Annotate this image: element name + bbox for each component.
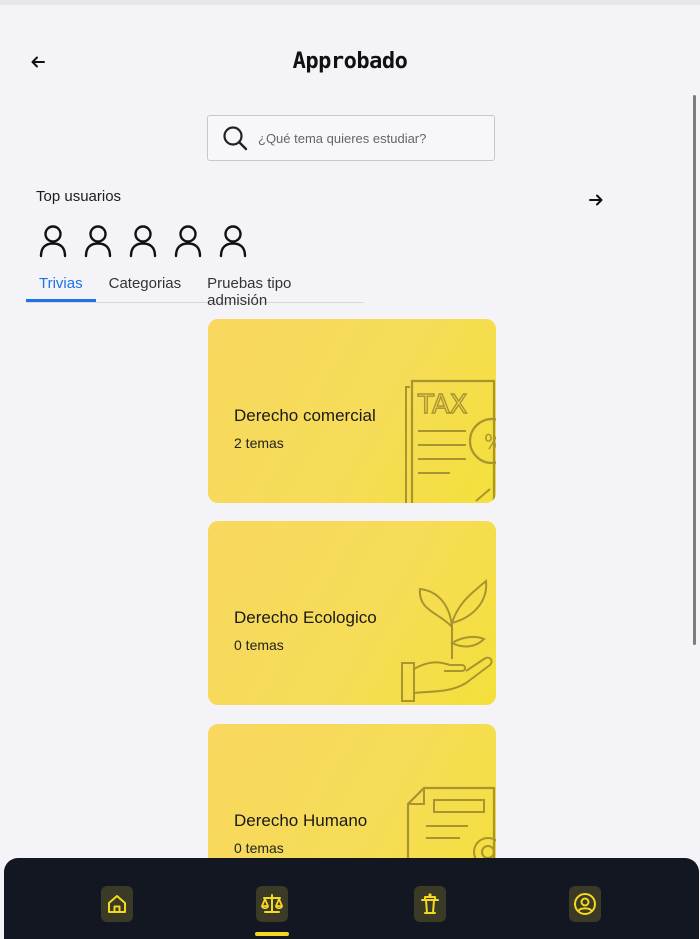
nav-podium-button[interactable] — [414, 886, 446, 922]
scrollbar[interactable] — [693, 95, 696, 645]
app-title: Approbado — [292, 49, 408, 74]
tab-categorias[interactable]: Categorias — [96, 269, 195, 302]
tab-pruebas-admision[interactable]: Pruebas tipo admisión — [194, 269, 364, 309]
arrow-right-icon — [589, 194, 603, 206]
app-screen: Approbado Top usuarios — [0, 0, 700, 939]
trivia-card-derecho-ecologico[interactable]: Derecho Ecologico 0 temas — [208, 521, 496, 705]
podium-icon — [421, 893, 439, 914]
tab-trivias[interactable]: Trivias — [26, 269, 96, 302]
card-subtitle: 0 temas — [234, 840, 284, 856]
top-users-more-button[interactable] — [586, 190, 606, 210]
card-subtitle: 0 temas — [234, 637, 284, 653]
nav-trivias-button[interactable] — [256, 886, 288, 922]
svg-text:%: % — [484, 430, 496, 454]
nav-profile-button[interactable] — [569, 886, 601, 922]
tab-bar: Trivias Categorias Pruebas tipo admisión — [26, 269, 364, 309]
top-users-list — [38, 224, 248, 258]
trivia-card-derecho-comercial[interactable]: Derecho comercial 2 temas TAX % — [208, 319, 496, 503]
top-users-label: Top usuarios — [36, 188, 122, 205]
svg-text:TAX: TAX — [417, 390, 467, 420]
scales-icon — [261, 894, 283, 913]
user-icon[interactable] — [218, 224, 248, 258]
user-icon[interactable] — [83, 224, 113, 258]
user-icon[interactable] — [128, 224, 158, 258]
active-tab-indicator — [255, 932, 289, 936]
user-icon[interactable] — [173, 224, 203, 258]
card-subtitle: 2 temas — [234, 435, 284, 451]
bottom-nav — [4, 858, 699, 939]
search-input[interactable] — [256, 129, 480, 147]
home-icon — [108, 895, 126, 913]
card-title: Derecho Ecologico — [234, 608, 377, 627]
user-circle-icon — [574, 893, 596, 915]
search-bar[interactable] — [207, 115, 495, 161]
search-icon — [223, 126, 248, 151]
nav-home-button[interactable] — [101, 886, 133, 922]
user-icon[interactable] — [38, 224, 68, 258]
card-title: Derecho comercial — [234, 406, 376, 425]
card-title: Derecho Humano — [234, 811, 368, 830]
tax-document-icon: TAX % — [405, 379, 496, 503]
plant-hand-icon — [401, 578, 493, 702]
